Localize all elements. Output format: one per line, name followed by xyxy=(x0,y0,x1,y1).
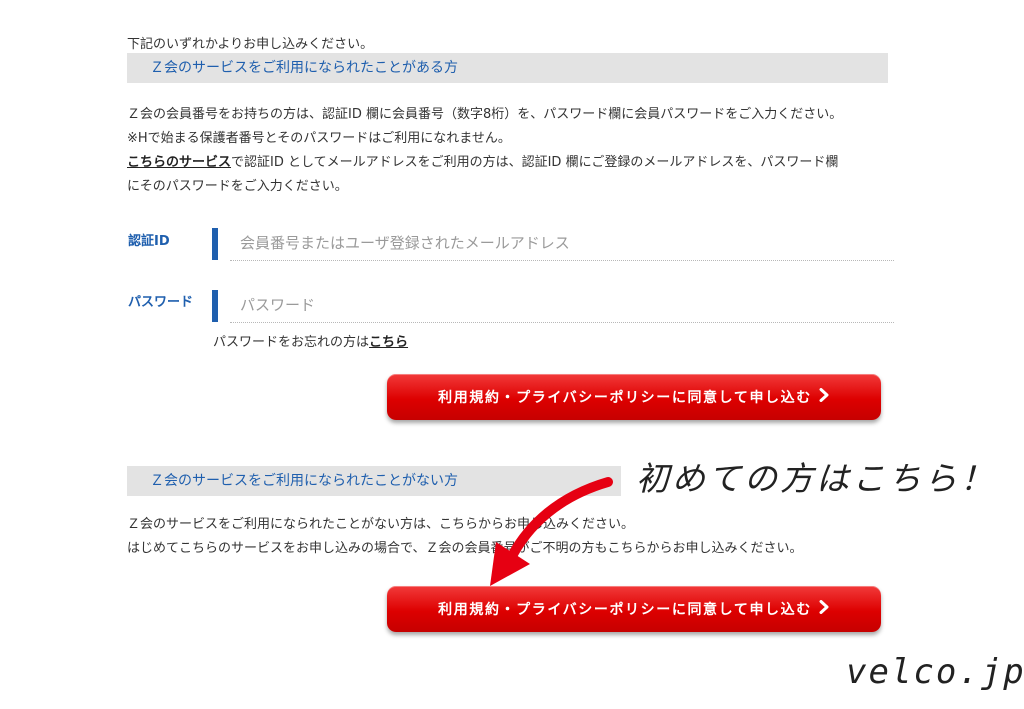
service-link[interactable]: こちらのサービス xyxy=(127,155,231,170)
instruction-line-2: ※Hで始まる保護者番号とそのパスワードはご利用になれません。 xyxy=(127,131,511,146)
instruction-line-3-rest: で認証ID としてメールアドレスをご利用の方は、認証ID 欄にご登録のメールアド… xyxy=(231,155,839,170)
password-input[interactable] xyxy=(230,288,894,323)
agree-apply-button-existing[interactable]: 利用規約・プライバシーポリシーに同意して申し込む xyxy=(387,374,881,420)
intro-text: 下記のいずれかよりお申し込みください。 xyxy=(127,37,374,52)
instruction-line-4: にそのパスワードをご入力ください。 xyxy=(127,179,348,194)
agree-apply-button-label: 利用規約・プライバシーポリシーに同意して申し込む xyxy=(438,390,812,406)
password-marker xyxy=(212,290,218,322)
forgot-password-line: パスワードをお忘れの方はこちら xyxy=(213,331,408,350)
curved-arrow-icon xyxy=(490,477,613,586)
auth-id-input[interactable] xyxy=(230,226,894,261)
password-label: パスワード xyxy=(128,295,194,310)
handwritten-annotation: 初めての方はこちら！ xyxy=(636,459,996,498)
forgot-password-text: パスワードをお忘れの方は xyxy=(213,335,370,350)
forgot-password-link[interactable]: こちら xyxy=(369,335,408,350)
section-header-existing: Ｚ会のサービスをご利用になられたことがある方 xyxy=(127,53,888,83)
new-instruction-line-2: はじめてこちらのサービスをお申し込みの場合で、Ｚ会の会員番号がご不明の方もこちら… xyxy=(127,541,803,556)
new-user-instructions: Ｚ会のサービスをご利用になられたことがない方は、こちらからお申し込みください。 … xyxy=(127,513,802,561)
chevron-right-icon xyxy=(818,600,830,618)
agree-apply-button-label: 利用規約・プライバシーポリシーに同意して申し込む xyxy=(438,602,812,618)
instruction-line-3: こちらのサービスで認証ID としてメールアドレスをご利用の方は、認証ID 欄にご… xyxy=(127,151,842,175)
existing-user-instructions: Ｚ会の会員番号をお持ちの方は、認証ID 欄に会員番号（数字8桁）を、パスワード欄… xyxy=(127,103,842,199)
auth-id-label: 認証ID xyxy=(128,234,170,249)
instruction-line-1: Ｚ会の会員番号をお持ちの方は、認証ID 欄に会員番号（数字8桁）を、パスワード欄… xyxy=(127,107,843,122)
auth-id-marker xyxy=(212,228,218,260)
new-instruction-line-1: Ｚ会のサービスをご利用になられたことがない方は、こちらからお申し込みください。 xyxy=(127,517,635,532)
chevron-right-icon xyxy=(818,388,830,406)
watermark-text: velco.jp xyxy=(846,652,1024,692)
agree-apply-button-new[interactable]: 利用規約・プライバシーポリシーに同意して申し込む xyxy=(387,586,881,632)
